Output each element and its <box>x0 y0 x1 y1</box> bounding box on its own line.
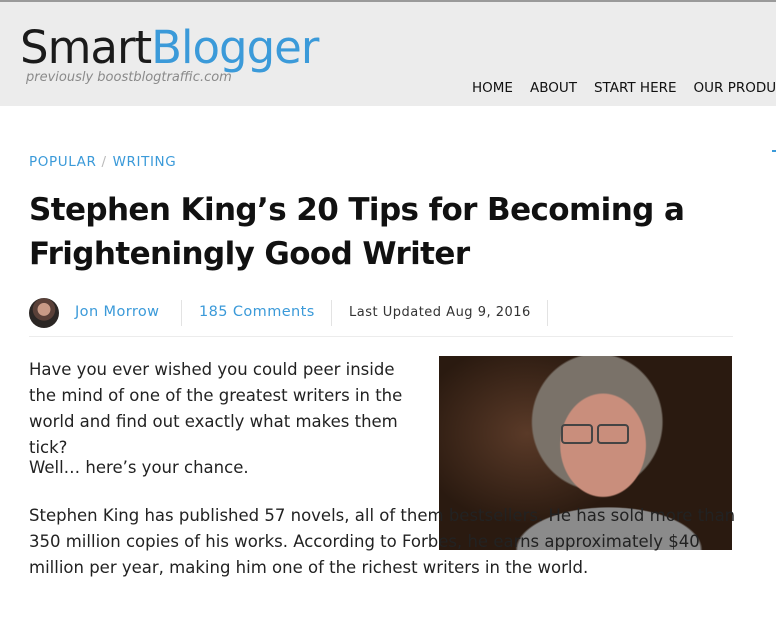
last-updated: Last Updated Aug 9, 2016 <box>349 305 531 320</box>
nav-about[interactable]: ABOUT <box>530 80 577 96</box>
article-meta: Jon Morrow 185 Comments Last Updated Aug… <box>29 296 733 337</box>
breadcrumb-writing[interactable]: WRITING <box>113 154 177 170</box>
site-header: SmartBlogger previously boostblogtraffic… <box>0 2 776 106</box>
comments-link[interactable]: 185 Comments <box>199 304 315 320</box>
breadcrumb-separator: / <box>101 154 107 170</box>
author-link[interactable]: Jon Morrow <box>75 304 159 320</box>
meta-divider <box>331 300 332 326</box>
site-tagline: previously boostblogtraffic.com <box>26 70 232 85</box>
logo-smart: Smart <box>20 21 152 74</box>
main-nav: HOME ABOUT START HERE OUR PRODUCTS <box>472 80 776 96</box>
intro-paragraph: Have you ever wished you could peer insi… <box>29 360 403 457</box>
nav-home[interactable]: HOME <box>472 80 513 96</box>
breadcrumb: POPULAR / WRITING <box>29 154 176 170</box>
article-title: Stephen King’s 20 Tips for Becoming a Fr… <box>29 192 685 272</box>
breadcrumb-popular[interactable]: POPULAR <box>29 154 96 170</box>
sidebar-edge-marker <box>772 150 776 152</box>
author-avatar[interactable] <box>29 298 59 328</box>
photo-glasses-detail <box>561 424 631 444</box>
meta-divider <box>547 300 548 326</box>
paragraph-stats: Stephen King has published 57 novels, al… <box>29 506 736 577</box>
paragraph-chance: Well… here’s your chance. <box>29 458 249 477</box>
meta-divider <box>181 300 182 326</box>
logo-blogger: Blogger <box>151 21 319 74</box>
nav-start-here[interactable]: START HERE <box>594 80 677 96</box>
nav-our-products[interactable]: OUR PRODUCTS <box>694 80 776 96</box>
site-logo[interactable]: SmartBlogger <box>20 21 319 74</box>
